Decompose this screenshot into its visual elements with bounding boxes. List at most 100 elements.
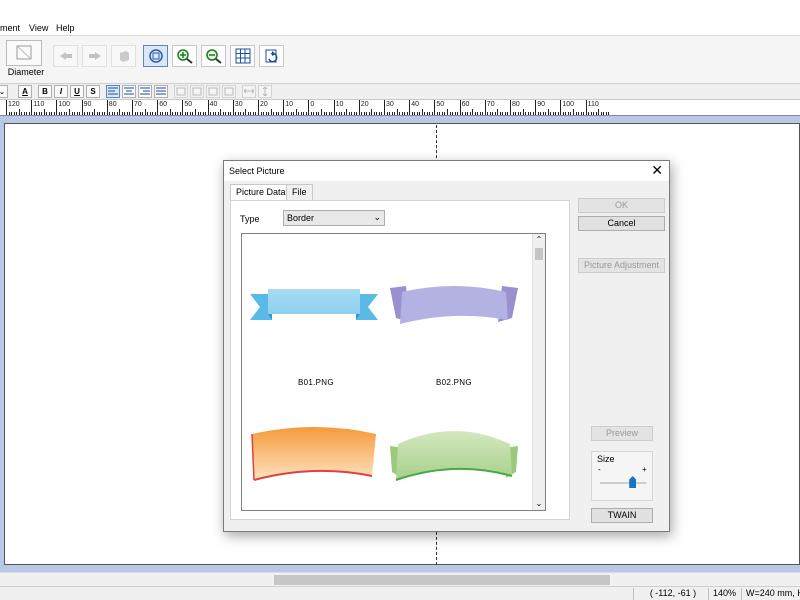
grid-button[interactable]	[230, 45, 255, 67]
ruler-tick	[492, 112, 494, 115]
ruler-tick	[545, 112, 547, 115]
underline-label: U	[74, 87, 80, 96]
chevron-down-icon[interactable]: ⌄	[533, 498, 545, 510]
refresh-icon	[265, 49, 277, 63]
ruler-tick	[76, 112, 78, 115]
horizontal-ruler: 120 110 100 90 80 70 60 50 40 30 20 10 0 10 20 30 40 50 60…	[0, 100, 800, 116]
italic-label: I	[59, 87, 63, 96]
ruler-tick	[361, 112, 363, 115]
diameter-button[interactable]	[6, 40, 42, 66]
distribute-vertical-button[interactable]	[258, 85, 272, 98]
horizontal-scrollbar-thumb[interactable]	[274, 575, 610, 585]
ruler-tick	[74, 112, 76, 115]
ruler-tick	[421, 109, 423, 115]
ruler-tick	[195, 109, 196, 115]
bold-button[interactable]: B	[38, 85, 52, 98]
ruler-tick	[126, 112, 128, 115]
align-right-button[interactable]	[138, 85, 152, 98]
type-select[interactable]: Border ⌄	[283, 210, 385, 226]
zoom-in-icon	[176, 49, 193, 64]
tab-file[interactable]: File	[286, 184, 313, 200]
arrange-icon	[208, 87, 218, 96]
justify-button[interactable]	[154, 85, 168, 98]
ruler-tick	[315, 112, 317, 115]
size-plus-label: +	[642, 465, 647, 474]
picture-adjustment-button[interactable]: Picture Adjustment	[578, 258, 665, 273]
ruler-tick	[48, 112, 50, 115]
refresh-button[interactable]	[259, 45, 284, 67]
cancel-button[interactable]: Cancel	[578, 216, 665, 231]
arrange-button-4[interactable]	[222, 85, 236, 98]
ruler-tick	[323, 112, 325, 115]
ruler-label: 10	[285, 101, 293, 108]
arrange-button-3[interactable]	[206, 85, 220, 98]
status-bar: ( -112, -61 ) 140% W=240 mm, H=	[0, 586, 800, 600]
ruler-tick	[520, 112, 522, 115]
font-dropdown-arrow[interactable]: ⌄	[0, 85, 8, 98]
send-back-button[interactable]	[53, 45, 78, 67]
ruler-tick	[200, 112, 202, 115]
bring-front-button[interactable]	[82, 45, 107, 67]
ruler-tick	[273, 112, 275, 115]
box-3d-button[interactable]	[111, 45, 136, 67]
ok-button[interactable]: OK	[578, 198, 665, 213]
chevron-up-icon[interactable]: ⌃	[533, 234, 545, 246]
ruler-tick	[429, 112, 431, 115]
size-slider-thumb[interactable]	[629, 476, 637, 488]
strikethrough-button[interactable]: S	[86, 85, 100, 98]
close-icon[interactable]: ✕	[651, 163, 663, 177]
zoom-out-button[interactable]	[201, 45, 226, 67]
picture-thumbnail-b02[interactable]	[388, 282, 520, 332]
ruler-tick	[270, 109, 272, 115]
diameter-icon	[16, 45, 32, 60]
zoom-in-button[interactable]	[172, 45, 197, 67]
picture-list[interactable]: B01.PNG B02.PNG ⌃ ⌄	[241, 233, 546, 511]
menu-item-view[interactable]: View	[29, 23, 48, 33]
ruler-tick	[192, 112, 194, 115]
ruler-tick	[386, 112, 388, 115]
zoom-fit-button[interactable]	[143, 45, 168, 67]
align-left-button[interactable]	[106, 85, 120, 98]
twain-button[interactable]: TWAIN	[591, 508, 653, 523]
picture-thumbnail-b03[interactable]	[248, 424, 380, 484]
ruler-tick	[603, 112, 605, 115]
ruler-tick	[121, 112, 123, 115]
distribute-horizontal-button[interactable]	[242, 85, 256, 98]
picture-thumbnail-b01[interactable]	[248, 286, 380, 328]
ruler-tick	[11, 112, 13, 115]
arrange-button-1[interactable]	[174, 85, 188, 98]
ruler-label: 40	[209, 101, 218, 108]
horizontal-scrollbar[interactable]	[0, 572, 800, 586]
ruler-tick	[207, 100, 209, 115]
picture-list-scroll-thumb[interactable]	[535, 248, 543, 260]
align-center-button[interactable]	[122, 85, 136, 98]
select-picture-dialog: Select Picture ✕ Picture Data File Type …	[223, 160, 670, 532]
tab-picture-data[interactable]: Picture Data	[230, 184, 292, 201]
ruler-tick	[232, 100, 234, 115]
italic-button[interactable]: I	[54, 85, 68, 98]
underline-button[interactable]: U	[70, 85, 84, 98]
size-slider-track[interactable]	[600, 482, 646, 484]
preview-button[interactable]: Preview	[591, 426, 653, 441]
ruler-tick	[578, 112, 580, 115]
picture-list-scrollbar[interactable]: ⌃ ⌄	[532, 234, 545, 510]
picture-caption-b02: B02.PNG	[436, 378, 472, 387]
picture-thumbnail-b04[interactable]	[388, 424, 520, 484]
main-toolbar: Diameter	[0, 36, 800, 84]
ruler-label: 90	[537, 101, 545, 108]
arrange-button-2[interactable]	[190, 85, 204, 98]
menu-item-help[interactable]: Help	[56, 23, 75, 33]
menu-item-document[interactable]: ment	[0, 23, 20, 33]
ruler-tick	[227, 112, 229, 115]
ruler-tick	[348, 112, 350, 115]
ruler-tick	[23, 112, 25, 115]
ruler-tick	[515, 112, 517, 115]
ruler-label: 30	[234, 101, 243, 108]
ruler-tick	[167, 112, 169, 115]
ruler-tick	[376, 112, 378, 115]
ruler-tick	[152, 112, 154, 115]
ruler-tick	[119, 109, 121, 115]
dialog-titlebar[interactable]: Select Picture ✕	[224, 161, 669, 181]
text-color-button[interactable]: A	[18, 85, 32, 98]
ruler-tick	[205, 112, 207, 115]
